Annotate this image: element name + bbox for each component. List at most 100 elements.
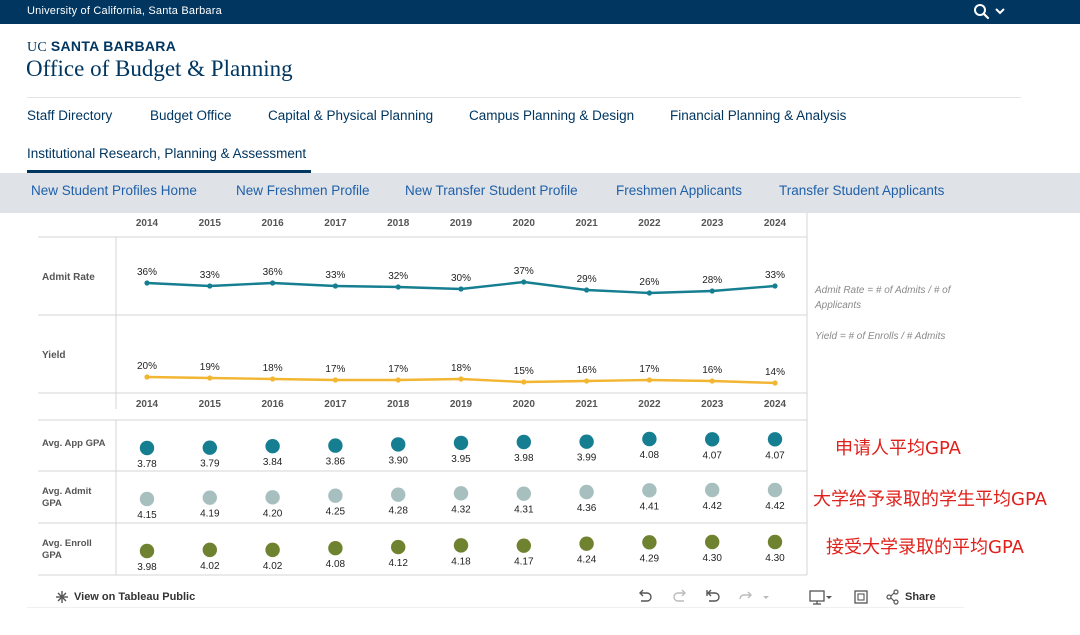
data-point[interactable] [207, 283, 213, 289]
gpa-dot[interactable] [767, 482, 783, 498]
data-label: 33% [765, 270, 785, 281]
gpa-dot[interactable] [642, 431, 657, 447]
gpa-dot[interactable] [642, 483, 657, 498]
gpa-dot[interactable] [579, 536, 594, 551]
data-label: 3.98 [137, 562, 157, 573]
nav-staff-directory[interactable]: Staff Directory [27, 108, 112, 123]
forward-icon[interactable] [736, 586, 754, 608]
data-label: 18% [263, 363, 283, 374]
subnav-freshmen-profile[interactable]: New Freshmen Profile [236, 183, 370, 198]
gpa-dot[interactable] [767, 534, 783, 550]
gpa-dot[interactable] [453, 486, 469, 501]
gpa-dot[interactable] [705, 534, 720, 550]
data-point[interactable] [709, 378, 715, 384]
data-label: 36% [137, 267, 157, 278]
gpa-dot[interactable] [139, 491, 155, 507]
subnav-freshmen-applicants[interactable]: Freshmen Applicants [616, 183, 742, 198]
gpa-dot[interactable] [139, 543, 155, 559]
gpa-dot[interactable] [391, 539, 406, 555]
data-label: 17% [388, 364, 408, 375]
data-label: 3.90 [388, 455, 408, 466]
gpa-dot[interactable] [391, 437, 406, 452]
data-point[interactable] [646, 290, 653, 296]
year-label: 2024 [764, 399, 787, 410]
data-point[interactable] [332, 377, 338, 383]
data-point[interactable] [458, 376, 464, 382]
gpa-dot[interactable] [202, 490, 217, 505]
data-point[interactable] [646, 377, 653, 383]
fullscreen-icon[interactable] [852, 586, 870, 608]
brand-wordmark[interactable]: UC SANTA BARBARA [27, 38, 176, 56]
chevron-down-icon[interactable] [994, 5, 1006, 17]
gpa-dot[interactable] [642, 535, 657, 550]
data-label: 3.99 [577, 453, 597, 464]
undo-icon[interactable] [636, 586, 654, 608]
gpa-dot[interactable] [705, 432, 720, 447]
subnav-transfer-applicants[interactable]: Transfer Student Applicants [779, 183, 944, 198]
data-point[interactable] [772, 380, 778, 386]
data-point[interactable] [395, 284, 401, 290]
year-label: 2020 [513, 399, 536, 410]
year-label: 2019 [450, 218, 473, 229]
redo-icon[interactable] [671, 586, 689, 608]
revert-icon[interactable] [704, 586, 722, 608]
gpa-dot[interactable] [579, 434, 594, 449]
search-icon[interactable] [972, 2, 992, 22]
gpa-dot[interactable] [328, 438, 343, 453]
tableau-viz[interactable]: 2014 2015 2016 2017 2018 2019 2020 2021 2022 2023… [0, 213, 1080, 583]
nav-institutional-research[interactable]: Institutional Research, Planning & Asses… [27, 146, 306, 161]
subnav-profiles-home[interactable]: New Student Profiles Home [31, 183, 197, 198]
gpa-dot[interactable] [767, 432, 783, 447]
gpa-dot[interactable] [453, 435, 469, 451]
nav-capital-physical-planning[interactable]: Capital & Physical Planning [268, 108, 433, 123]
subnav-transfer-profile[interactable]: New Transfer Student Profile [405, 183, 578, 198]
gpa-dot[interactable] [202, 542, 217, 558]
data-point[interactable] [521, 279, 527, 285]
office-title[interactable]: Office of Budget & Planning [26, 56, 293, 82]
data-point[interactable] [332, 283, 338, 289]
year-label: 2021 [575, 218, 598, 229]
annotation-admit-gpa: 大学给予录取的学生平均GPA [813, 489, 1047, 510]
data-label: 3.78 [137, 459, 157, 470]
caret-icon[interactable] [760, 586, 772, 608]
data-point[interactable] [207, 375, 213, 381]
gpa-dot[interactable] [202, 440, 217, 455]
gpa-dot[interactable] [516, 434, 531, 450]
data-point[interactable] [458, 286, 464, 292]
gpa-dot[interactable] [265, 439, 280, 454]
data-point[interactable] [709, 288, 715, 294]
site-name[interactable]: University of California, Santa Barbara [27, 5, 222, 17]
data-point[interactable] [144, 280, 150, 286]
gpa-dot[interactable] [453, 538, 469, 553]
data-label: 30% [451, 273, 471, 284]
data-point[interactable] [584, 287, 590, 293]
share-button[interactable]: Share [905, 591, 936, 603]
nav-campus-planning-design[interactable]: Campus Planning & Design [469, 108, 634, 123]
gpa-dot[interactable] [516, 486, 531, 501]
gpa-dot[interactable] [328, 540, 343, 556]
gpa-dot[interactable] [391, 487, 406, 502]
share-icon[interactable] [884, 586, 902, 608]
gpa-dot[interactable] [516, 538, 531, 553]
tableau-icon[interactable] [54, 586, 70, 608]
download-icon[interactable] [808, 586, 834, 608]
data-point[interactable] [584, 378, 590, 384]
data-label: 4.29 [640, 553, 660, 564]
nav-budget-office[interactable]: Budget Office [150, 108, 232, 123]
gpa-dot[interactable] [328, 488, 343, 503]
nav-financial-planning-analysis[interactable]: Financial Planning & Analysis [670, 108, 846, 123]
data-point[interactable] [521, 379, 527, 385]
data-point[interactable] [270, 376, 276, 382]
gpa-dot[interactable] [139, 440, 155, 456]
gpa-dot[interactable] [579, 484, 594, 500]
data-label: 14% [765, 367, 785, 378]
data-point[interactable] [144, 374, 150, 380]
year-label: 2019 [450, 399, 473, 410]
data-point[interactable] [395, 377, 401, 383]
view-on-tableau-link[interactable]: View on Tableau Public [74, 591, 195, 603]
gpa-dot[interactable] [265, 542, 280, 558]
gpa-dot[interactable] [705, 482, 720, 498]
gpa-dot[interactable] [265, 490, 280, 505]
data-point[interactable] [270, 280, 276, 286]
data-point[interactable] [772, 283, 778, 289]
